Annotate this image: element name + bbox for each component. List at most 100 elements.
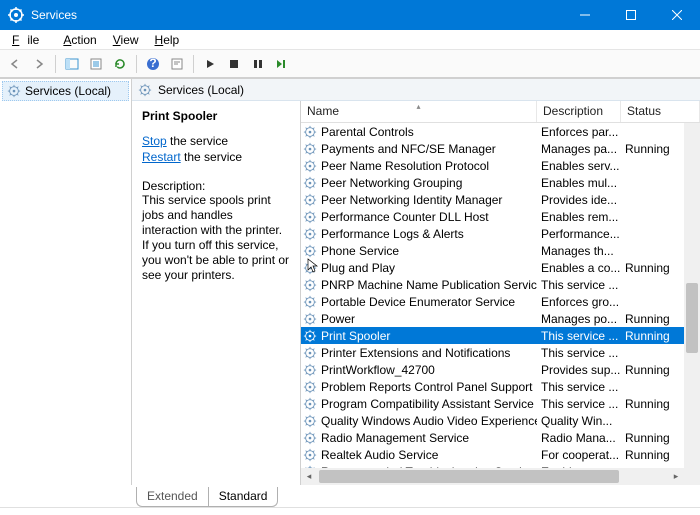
- restart-service-button[interactable]: [271, 53, 293, 75]
- service-row[interactable]: PNRP Machine Name Publication ServiceThi…: [301, 276, 700, 293]
- service-row[interactable]: Plug and Play Enables a co...Running: [301, 259, 700, 276]
- result-pane-title: Services (Local): [158, 83, 244, 97]
- view-tabs: Extended Standard: [0, 485, 700, 507]
- gear-icon: [303, 414, 317, 428]
- service-description: Enables a co...: [537, 261, 621, 275]
- service-name: Plug and Play: [321, 261, 395, 275]
- result-pane-header: Services (Local): [132, 79, 700, 101]
- service-row[interactable]: Radio Management ServiceRadio Mana...Run…: [301, 429, 700, 446]
- console-tree: Services (Local): [0, 79, 132, 485]
- tab-standard[interactable]: Standard: [208, 487, 279, 507]
- service-row[interactable]: Program Compatibility Assistant ServiceT…: [301, 395, 700, 412]
- scrollbar-thumb[interactable]: [319, 470, 619, 483]
- service-row[interactable]: Performance Logs & Alerts Performance...: [301, 225, 700, 242]
- window-title: Services: [31, 8, 562, 22]
- service-detail-pane: Print Spooler Stop the service Restart t…: [132, 101, 300, 485]
- back-button[interactable]: [4, 53, 26, 75]
- service-name: Peer Networking Grouping: [321, 176, 462, 190]
- service-status: Running: [621, 448, 686, 462]
- close-button[interactable]: [654, 0, 700, 30]
- menu-action[interactable]: Action: [55, 31, 104, 49]
- service-row[interactable]: Parental ControlsEnforces par...: [301, 123, 700, 140]
- service-row[interactable]: Peer Networking GroupingEnables mul...: [301, 174, 700, 191]
- service-row[interactable]: Performance Counter DLL HostEnables rem.…: [301, 208, 700, 225]
- column-header-status[interactable]: Status: [621, 101, 700, 122]
- service-row[interactable]: Problem Reports Control Panel Support Thi…: [301, 378, 700, 395]
- service-name: Peer Name Resolution Protocol: [321, 159, 489, 173]
- services-app-icon: [8, 7, 24, 23]
- stop-service-button[interactable]: [223, 53, 245, 75]
- minimize-button[interactable]: [562, 0, 608, 30]
- service-row[interactable]: Quality Windows Audio Video ExperienceQu…: [301, 412, 700, 429]
- service-row[interactable]: Printer Extensions and NotificationsThis…: [301, 344, 700, 361]
- service-name: Peer Networking Identity Manager: [321, 193, 502, 207]
- scrollbar-thumb[interactable]: [686, 283, 698, 353]
- start-service-button[interactable]: [199, 53, 221, 75]
- tab-extended[interactable]: Extended: [136, 487, 208, 507]
- export-list-button[interactable]: [85, 53, 107, 75]
- service-name: Problem Reports Control Panel Support: [321, 380, 532, 394]
- description-text: This service spools print jobs and handl…: [142, 193, 290, 283]
- menu-help[interactable]: Help: [147, 31, 188, 49]
- service-description: This service ...: [537, 329, 621, 343]
- scroll-right-icon[interactable]: ▸: [668, 468, 684, 485]
- menu-view[interactable]: View: [105, 31, 147, 49]
- svg-text:?: ?: [149, 57, 156, 70]
- service-name: Performance Logs & Alerts: [321, 227, 464, 241]
- forward-button[interactable]: [28, 53, 50, 75]
- gear-icon: [303, 295, 317, 309]
- column-header-description[interactable]: Description: [537, 101, 621, 122]
- gear-icon: [303, 125, 317, 139]
- service-row[interactable]: Phone ServiceManages th...: [301, 242, 700, 259]
- service-description: Manages pa...: [537, 142, 621, 156]
- service-row[interactable]: Realtek Audio ServiceFor cooperat...Runn…: [301, 446, 700, 463]
- scroll-left-icon[interactable]: ◂: [301, 468, 317, 485]
- service-status: Running: [621, 142, 686, 156]
- service-row[interactable]: PowerManages po...Running: [301, 310, 700, 327]
- service-status: Running: [621, 312, 686, 326]
- service-status: Running: [621, 261, 686, 275]
- service-status: Running: [621, 363, 686, 377]
- service-description: Quality Win...: [537, 414, 621, 428]
- gear-icon: [303, 278, 317, 292]
- statusbar: [0, 507, 700, 515]
- gear-icon: [303, 329, 317, 343]
- gear-icon: [303, 312, 317, 326]
- column-header-name[interactable]: Name▴: [301, 101, 537, 122]
- gear-icon: [303, 159, 317, 173]
- service-description: Enables rem...: [537, 210, 621, 224]
- service-name: Portable Device Enumerator Service: [321, 295, 515, 309]
- restart-service-link[interactable]: Restart: [142, 150, 181, 164]
- service-row[interactable]: PrintWorkflow_42700Provides sup...Runnin…: [301, 361, 700, 378]
- refresh-button[interactable]: [109, 53, 131, 75]
- service-row[interactable]: Portable Device Enumerator ServiceEnforc…: [301, 293, 700, 310]
- service-description: This service ...: [537, 380, 621, 394]
- service-row[interactable]: Peer Networking Identity ManagerProvides…: [301, 191, 700, 208]
- service-row[interactable]: Print SpoolerThis service ...Running: [301, 327, 700, 344]
- gear-icon: [138, 83, 152, 97]
- properties-button[interactable]: [166, 53, 188, 75]
- service-description: Enforces par...: [537, 125, 621, 139]
- service-row[interactable]: Payments and NFC/SE ManagerManages pa...…: [301, 140, 700, 157]
- pause-service-button[interactable]: [247, 53, 269, 75]
- menu-file[interactable]: File: [4, 31, 55, 49]
- service-description: Manages po...: [537, 312, 621, 326]
- horizontal-scrollbar[interactable]: ◂ ▸: [301, 468, 684, 485]
- maximize-button[interactable]: [608, 0, 654, 30]
- vertical-scrollbar[interactable]: [684, 123, 700, 468]
- help-button[interactable]: ?: [142, 53, 164, 75]
- gear-icon: [303, 227, 317, 241]
- tree-node-services-local[interactable]: Services (Local): [2, 81, 129, 101]
- gear-icon: [303, 193, 317, 207]
- stop-service-link[interactable]: Stop: [142, 134, 167, 148]
- service-description: Performance...: [537, 227, 621, 241]
- gear-icon: [303, 380, 317, 394]
- show-hide-tree-button[interactable]: [61, 53, 83, 75]
- detail-service-name: Print Spooler: [142, 109, 290, 123]
- service-list: Name▴ Description Status Parental Contro…: [300, 101, 700, 485]
- service-description: For cooperat...: [537, 448, 621, 462]
- sort-indicator-icon: ▴: [416, 102, 420, 111]
- service-row[interactable]: Peer Name Resolution ProtocolEnables ser…: [301, 157, 700, 174]
- gear-icon: [7, 84, 21, 98]
- tree-node-label: Services (Local): [25, 84, 111, 98]
